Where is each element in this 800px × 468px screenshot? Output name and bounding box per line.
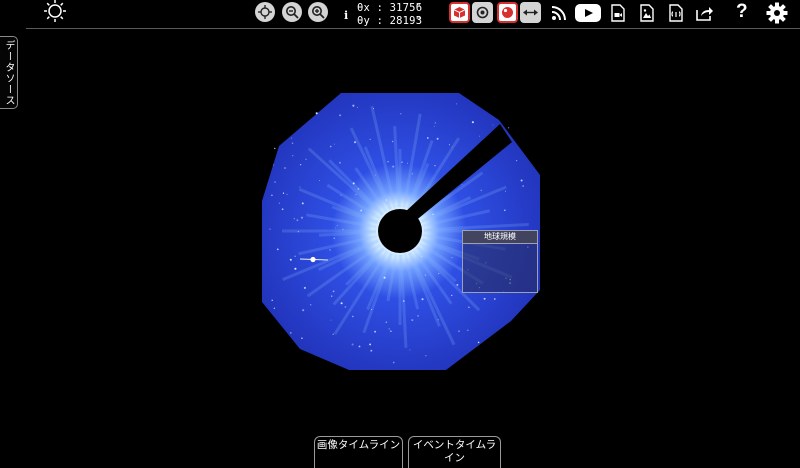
zoom-out-icon[interactable]: [282, 2, 302, 22]
earth-scale-label: 地球規模: [463, 231, 537, 244]
move-icon[interactable]: [255, 2, 275, 22]
coord-x-readout: θx : 31756 ": [357, 2, 422, 14]
info-icon[interactable]: i: [344, 9, 348, 22]
help-icon[interactable]: ?: [736, 1, 748, 23]
event-timeline-button[interactable]: イベントタイムライン: [408, 436, 501, 468]
share-icon[interactable]: [693, 1, 717, 25]
layer-cube-icon[interactable]: [449, 2, 470, 23]
sun-icon[interactable]: [43, 0, 67, 23]
occulter-disk: [378, 209, 422, 253]
gear-icon[interactable]: [765, 1, 789, 25]
layer-sphere-icon[interactable]: [497, 2, 518, 23]
image-icon[interactable]: [635, 1, 659, 25]
coord-y-label: θy: [357, 15, 371, 27]
coord-y-readout: θy : 28193 ": [357, 15, 422, 27]
earth-scale-indicator[interactable]: 地球規模: [462, 230, 538, 293]
arrows-horizontal-icon[interactable]: [520, 2, 541, 23]
data-source-tab-label: データソース: [3, 39, 14, 106]
data-file-icon[interactable]: [664, 1, 688, 25]
top-toolbar: i θx : 31756 " θy : 28193 " ?: [0, 0, 800, 28]
toolbar-divider: [26, 28, 800, 29]
movie-icon[interactable]: [606, 1, 630, 25]
rss-icon[interactable]: [547, 1, 571, 25]
image-viewport[interactable]: [0, 0, 800, 467]
image-timeline-button[interactable]: 画像タイムライン: [314, 436, 403, 468]
coord-x-unit: ": [415, 2, 422, 14]
youtube-icon[interactable]: [574, 1, 602, 25]
data-source-tab[interactable]: データソース: [0, 36, 18, 109]
coord-y-unit: ": [415, 15, 422, 27]
zoom-in-icon[interactable]: [308, 2, 328, 22]
coord-x-label: θx: [357, 2, 371, 14]
layer-disc-icon[interactable]: [472, 2, 493, 23]
